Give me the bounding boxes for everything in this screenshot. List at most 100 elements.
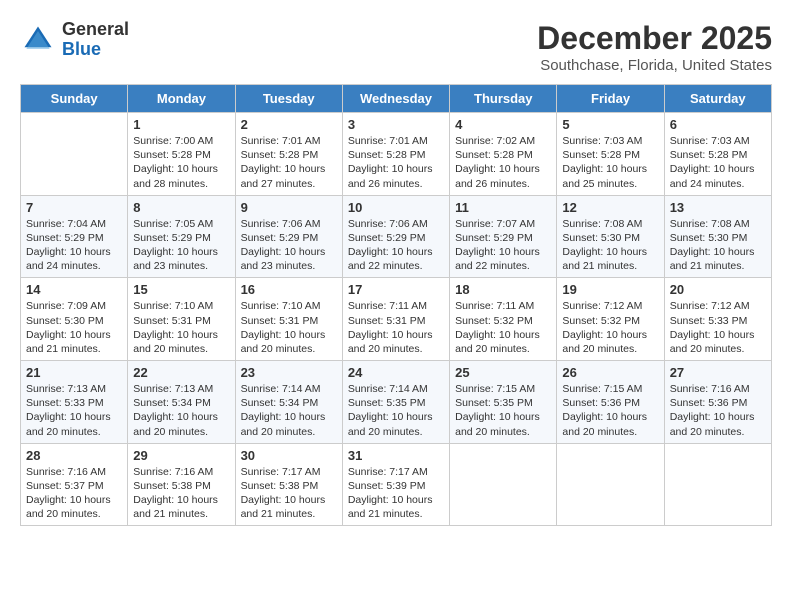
day-header-monday: Monday [128,85,235,113]
date-number: 22 [133,365,229,380]
cell-info: Sunrise: 7:13 AMSunset: 5:34 PMDaylight:… [133,382,229,439]
day-header-thursday: Thursday [450,85,557,113]
calendar-cell: 23 Sunrise: 7:14 AMSunset: 5:34 PMDayligh… [235,361,342,444]
date-number: 27 [670,365,766,380]
calendar-cell: 29 Sunrise: 7:16 AMSunset: 5:38 PMDayligh… [128,443,235,526]
date-number: 19 [562,282,658,297]
calendar-cell: 7 Sunrise: 7:04 AMSunset: 5:29 PMDaylight… [21,195,128,278]
cell-info: Sunrise: 7:16 AMSunset: 5:38 PMDaylight:… [133,465,229,522]
cell-info: Sunrise: 7:12 AMSunset: 5:32 PMDaylight:… [562,299,658,356]
logo-text: General Blue [62,20,129,60]
cell-info: Sunrise: 7:03 AMSunset: 5:28 PMDaylight:… [562,134,658,191]
calendar-cell: 20Sunrise: 7:12 AMSunset: 5:33 PMDayligh… [664,278,771,361]
calendar-cell: 15 Sunrise: 7:10 AMSunset: 5:31 PMDayligh… [128,278,235,361]
calendar-cell: 6 Sunrise: 7:03 AMSunset: 5:28 PMDaylight… [664,113,771,196]
date-number: 6 [670,117,766,132]
calendar-cell [21,113,128,196]
cell-info: Sunrise: 7:13 AMSunset: 5:33 PMDaylight:… [26,382,122,439]
date-number: 1 [133,117,229,132]
calendar-cell: 8 Sunrise: 7:05 AMSunset: 5:29 PMDaylight… [128,195,235,278]
calendar-cell [450,443,557,526]
date-number: 21 [26,365,122,380]
date-number: 15 [133,282,229,297]
cell-info: Sunrise: 7:01 AMSunset: 5:28 PMDaylight:… [241,134,337,191]
cell-info: Sunrise: 7:17 AMSunset: 5:39 PMDaylight:… [348,465,444,522]
calendar-cell: 4 Sunrise: 7:02 AMSunset: 5:28 PMDaylight… [450,113,557,196]
date-number: 25 [455,365,551,380]
date-number: 23 [241,365,337,380]
calendar-cell: 22 Sunrise: 7:13 AMSunset: 5:34 PMDayligh… [128,361,235,444]
calendar-cell: 31 Sunrise: 7:17 AMSunset: 5:39 PMDayligh… [342,443,449,526]
date-number: 24 [348,365,444,380]
cell-info: Sunrise: 7:03 AMSunset: 5:28 PMDaylight:… [670,134,766,191]
cell-info: Sunrise: 7:08 AMSunset: 5:30 PMDaylight:… [562,217,658,274]
calendar-cell: 28Sunrise: 7:16 AMSunset: 5:37 PMDayligh… [21,443,128,526]
calendar-week-1: 1Sunrise: 7:00 AMSunset: 5:28 PMDaylight… [21,113,772,196]
day-header-tuesday: Tuesday [235,85,342,113]
date-number: 8 [133,200,229,215]
cell-info: Sunrise: 7:06 AMSunset: 5:29 PMDaylight:… [241,217,337,274]
date-number: 16 [241,282,337,297]
date-number: 9 [241,200,337,215]
calendar-cell [664,443,771,526]
calendar-cell: 30Sunrise: 7:17 AMSunset: 5:38 PMDayligh… [235,443,342,526]
calendar-cell: 17Sunrise: 7:11 AMSunset: 5:31 PMDayligh… [342,278,449,361]
calendar-cell: 18Sunrise: 7:11 AMSunset: 5:32 PMDayligh… [450,278,557,361]
date-number: 11 [455,200,551,215]
cell-info: Sunrise: 7:14 AMSunset: 5:34 PMDaylight:… [241,382,337,439]
cell-info: Sunrise: 7:08 AMSunset: 5:30 PMDaylight:… [670,217,766,274]
cell-info: Sunrise: 7:15 AMSunset: 5:35 PMDaylight:… [455,382,551,439]
date-number: 18 [455,282,551,297]
date-number: 30 [241,448,337,463]
calendar-cell: 13 Sunrise: 7:08 AMSunset: 5:30 PMDayligh… [664,195,771,278]
title-block: December 2025 Southchase, Florida, Unite… [537,20,772,74]
calendar-cell: 9 Sunrise: 7:06 AMSunset: 5:29 PMDaylight… [235,195,342,278]
date-number: 26 [562,365,658,380]
date-number: 31 [348,448,444,463]
calendar-cell: 3Sunrise: 7:01 AMSunset: 5:28 PMDaylight… [342,113,449,196]
calendar-cell: 2 Sunrise: 7:01 AMSunset: 5:28 PMDaylight… [235,113,342,196]
date-number: 10 [348,200,444,215]
cell-info: Sunrise: 7:16 AMSunset: 5:36 PMDaylight:… [670,382,766,439]
calendar-cell: 24Sunrise: 7:14 AMSunset: 5:35 PMDayligh… [342,361,449,444]
calendar-week-2: 7 Sunrise: 7:04 AMSunset: 5:29 PMDaylight… [21,195,772,278]
cell-info: Sunrise: 7:16 AMSunset: 5:37 PMDaylight:… [26,465,122,522]
day-header-friday: Friday [557,85,664,113]
logo-icon [20,22,56,58]
calendar-cell [557,443,664,526]
cell-info: Sunrise: 7:10 AMSunset: 5:31 PMDaylight:… [241,299,337,356]
calendar-cell: 11Sunrise: 7:07 AMSunset: 5:29 PMDayligh… [450,195,557,278]
calendar-cell: 14Sunrise: 7:09 AMSunset: 5:30 PMDayligh… [21,278,128,361]
calendar-cell: 27 Sunrise: 7:16 AMSunset: 5:36 PMDayligh… [664,361,771,444]
calendar-header-row: SundayMondayTuesdayWednesdayThursdayFrid… [21,85,772,113]
calendar-cell: 5Sunrise: 7:03 AMSunset: 5:28 PMDaylight… [557,113,664,196]
calendar-cell: 26Sunrise: 7:15 AMSunset: 5:36 PMDayligh… [557,361,664,444]
cell-info: Sunrise: 7:02 AMSunset: 5:28 PMDaylight:… [455,134,551,191]
calendar-cell: 21 Sunrise: 7:13 AMSunset: 5:33 PMDayligh… [21,361,128,444]
date-number: 3 [348,117,444,132]
calendar-cell: 19 Sunrise: 7:12 AMSunset: 5:32 PMDayligh… [557,278,664,361]
date-number: 12 [562,200,658,215]
cell-info: Sunrise: 7:09 AMSunset: 5:30 PMDaylight:… [26,299,122,356]
date-number: 20 [670,282,766,297]
date-number: 2 [241,117,337,132]
cell-info: Sunrise: 7:10 AMSunset: 5:31 PMDaylight:… [133,299,229,356]
date-number: 7 [26,200,122,215]
calendar-table: SundayMondayTuesdayWednesdayThursdayFrid… [20,84,772,526]
calendar-cell: 25 Sunrise: 7:15 AMSunset: 5:35 PMDayligh… [450,361,557,444]
calendar-week-3: 14Sunrise: 7:09 AMSunset: 5:30 PMDayligh… [21,278,772,361]
date-number: 29 [133,448,229,463]
day-header-sunday: Sunday [21,85,128,113]
month-title: December 2025 [537,20,772,57]
page-header: General Blue December 2025 Southchase, F… [20,20,772,74]
calendar-cell: 12 Sunrise: 7:08 AMSunset: 5:30 PMDayligh… [557,195,664,278]
date-number: 4 [455,117,551,132]
cell-info: Sunrise: 7:04 AMSunset: 5:29 PMDaylight:… [26,217,122,274]
cell-info: Sunrise: 7:05 AMSunset: 5:29 PMDaylight:… [133,217,229,274]
cell-info: Sunrise: 7:11 AMSunset: 5:31 PMDaylight:… [348,299,444,356]
calendar-week-4: 21 Sunrise: 7:13 AMSunset: 5:33 PMDayligh… [21,361,772,444]
date-number: 13 [670,200,766,215]
calendar-body: 1Sunrise: 7:00 AMSunset: 5:28 PMDaylight… [21,113,772,526]
calendar-cell: 10Sunrise: 7:06 AMSunset: 5:29 PMDayligh… [342,195,449,278]
calendar-cell: 16 Sunrise: 7:10 AMSunset: 5:31 PMDayligh… [235,278,342,361]
